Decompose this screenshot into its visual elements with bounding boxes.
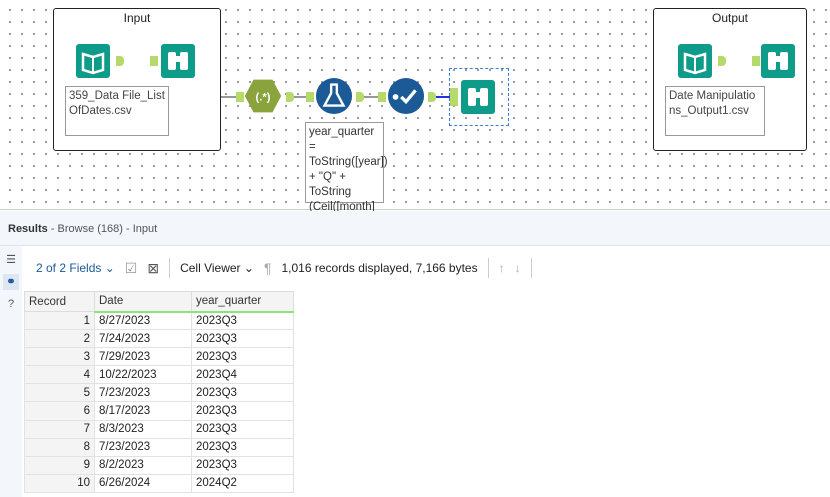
chevron-down-icon: ⌄	[243, 261, 254, 275]
table-row[interactable]: 5 7/23/2023 2023Q3	[24, 383, 294, 403]
table-cell[interactable]: 6/26/2024	[94, 473, 192, 493]
table-cell[interactable]: 2023Q3	[191, 401, 294, 421]
fields-dropdown[interactable]: 2 of 2 Fields ⌄	[36, 261, 115, 275]
input-annotation: 359_Data File_ListOfDates.csv	[65, 86, 169, 136]
divider	[487, 258, 489, 278]
results-toolbar: 2 of 2 Fields ⌄ ☑ ⊠ Cell Viewer ⌄ ¶ 1,01…	[24, 248, 830, 288]
table-cell[interactable]: 7/23/2023	[94, 437, 192, 457]
table-cell[interactable]: 10	[24, 473, 95, 493]
arrow-down-icon[interactable]: ↓	[515, 261, 521, 275]
viewer-label: Cell Viewer	[180, 261, 241, 275]
table-cell[interactable]: 8/2/2023	[94, 455, 192, 475]
table-cell[interactable]: 10/22/2023	[94, 365, 192, 385]
input-anchor[interactable]	[450, 88, 458, 106]
table-cell[interactable]: 2023Q4	[191, 365, 294, 385]
table-row[interactable]: 3 7/29/2023 2023Q3	[24, 347, 294, 367]
table-cell[interactable]: 4	[24, 365, 95, 385]
check-all-icon[interactable]: ☑	[125, 260, 138, 277]
table-row[interactable]: 1 8/27/2023 2023Q3	[24, 310, 294, 331]
input-anchor[interactable]	[306, 92, 314, 102]
output-anchor[interactable]	[718, 56, 726, 66]
cell-viewer-dropdown[interactable]: Cell Viewer ⌄	[180, 261, 254, 275]
table-cell[interactable]: 8/3/2023	[94, 419, 192, 439]
table-cell[interactable]: 5	[24, 383, 95, 403]
output-data-tool-icon[interactable]	[677, 42, 715, 80]
output-anchor[interactable]	[116, 56, 124, 66]
regex-tool-icon[interactable]: (.*)	[244, 77, 282, 115]
binoculars-icon[interactable]: ⚭	[3, 274, 19, 290]
table-cell[interactable]: 8/27/2023	[94, 310, 192, 331]
table-row[interactable]: 4 10/22/2023 2023Q4	[24, 365, 294, 385]
select-tool-icon[interactable]	[387, 77, 425, 115]
column-header-date[interactable]: Date	[94, 291, 192, 313]
formula-annotation: year_quarter = ToString([year]) + "Q" + …	[305, 122, 388, 228]
output-anchor[interactable]	[286, 92, 294, 102]
workflow-canvas[interactable]: Input Output (.*) 359_Data File_ListOfDa…	[0, 0, 830, 228]
column-header-record[interactable]: Record	[24, 291, 95, 312]
table-cell[interactable]: 2023Q3	[191, 437, 294, 457]
browse-tool-icon[interactable]	[160, 42, 198, 80]
input-anchor[interactable]	[150, 56, 158, 66]
pilcrow-icon[interactable]: ¶	[264, 260, 272, 276]
table-cell[interactable]: 3	[24, 347, 95, 367]
input-data-tool-icon[interactable]	[75, 42, 113, 80]
browse-tool-icon[interactable]	[460, 78, 498, 116]
results-title: Results	[8, 223, 48, 235]
arrow-up-icon[interactable]: ↑	[499, 261, 505, 275]
table-cell[interactable]: 2023Q3	[191, 455, 294, 475]
table-cell[interactable]: 2023Q3	[191, 383, 294, 403]
table-cell[interactable]: 2023Q3	[191, 419, 294, 439]
table-row[interactable]: 10 6/26/2024 2024Q2	[24, 473, 294, 493]
table-row[interactable]: 7 8/3/2023 2023Q3	[24, 419, 294, 439]
table-cell[interactable]: 7/24/2023	[94, 329, 192, 349]
output-anchor[interactable]	[428, 92, 436, 102]
results-subtitle: - Browse (168) - Input	[50, 223, 158, 235]
container-title: Input	[123, 11, 151, 25]
table-cell[interactable]: 9	[24, 455, 95, 475]
output-annotation: Date Manipulations_Output1.csv	[665, 86, 765, 136]
table-row[interactable]: 8 7/23/2023 2023Q3	[24, 437, 294, 457]
table-cell[interactable]: 7/23/2023	[94, 383, 192, 403]
table-cell[interactable]: 2023Q3	[191, 329, 294, 349]
divider	[169, 258, 171, 278]
regex-label: (.*)	[256, 91, 271, 103]
table-cell[interactable]: 7/29/2023	[94, 347, 192, 367]
column-header-year-quarter[interactable]: year_quarter	[191, 291, 294, 313]
uncheck-all-icon[interactable]: ⊠	[147, 260, 159, 277]
records-status: 1,016 records displayed, 7,166 bytes	[281, 261, 478, 275]
table-cell[interactable]: 2023Q3	[191, 310, 294, 331]
browse-tool-icon[interactable]	[760, 42, 798, 80]
table-row[interactable]: 6 8/17/2023 2023Q3	[24, 401, 294, 421]
table-cell[interactable]: 8/17/2023	[94, 401, 192, 421]
divider	[530, 258, 532, 278]
table-cell[interactable]: 1	[24, 310, 95, 331]
formula-tool-icon[interactable]	[315, 77, 353, 115]
input-anchor[interactable]	[752, 56, 760, 66]
table-cell[interactable]: 2	[24, 329, 95, 349]
chevron-down-icon: ⌄	[104, 261, 115, 275]
table-cell[interactable]: 6	[24, 401, 95, 421]
help-icon[interactable]: ?	[3, 296, 19, 312]
container-title: Output	[711, 11, 749, 25]
list-icon[interactable]: ☰	[3, 252, 19, 268]
table-row[interactable]: 2 7/24/2023 2023Q3	[24, 329, 294, 349]
table-cell[interactable]: 8	[24, 437, 95, 457]
results-header: Results - Browse (168) - Input	[0, 211, 830, 246]
table-cell[interactable]: 2024Q2	[191, 473, 294, 493]
input-anchor[interactable]	[236, 92, 244, 102]
fields-label: 2 of 2 Fields	[36, 261, 102, 275]
table-cell[interactable]: 7	[24, 419, 95, 439]
table-row[interactable]: 9 8/2/2023 2023Q3	[24, 455, 294, 475]
input-anchor[interactable]	[378, 92, 386, 102]
output-anchor[interactable]	[356, 92, 364, 102]
results-side-strip: ☰ ⚭ ?	[0, 246, 22, 497]
results-table: Record Date year_quarter 1 8/27/2023 2023Q…	[24, 291, 294, 493]
table-cell[interactable]: 2023Q3	[191, 347, 294, 367]
